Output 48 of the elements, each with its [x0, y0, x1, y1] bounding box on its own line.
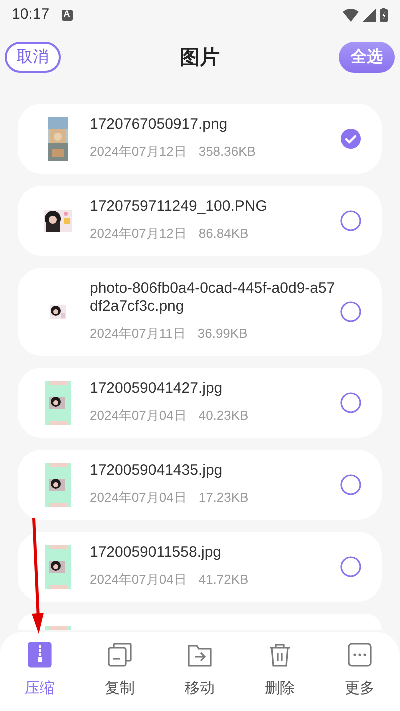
file-card[interactable]: 1720059041435.jpg 2024年07月04日 17.23KB — [18, 450, 382, 520]
page-title: 图片 — [180, 46, 220, 70]
toolbar-tab[interactable]: 复制 — [80, 642, 160, 711]
unchecked-circle-icon[interactable] — [340, 392, 362, 414]
unchecked-circle-icon[interactable] — [340, 300, 362, 323]
file-name: 1720059041427.jpg — [90, 380, 224, 398]
file-date: 2024年07月04日 — [90, 488, 187, 507]
unchecked-circle-icon[interactable] — [340, 474, 362, 496]
more-icon — [347, 642, 373, 668]
file-card[interactable]: 1720759711249_100.PNG 2024年07月12日 86.84KB — [18, 186, 382, 256]
file-card[interactable] — [18, 614, 382, 630]
zip-file-icon — [27, 642, 53, 668]
file-size: 86.84KB — [198, 225, 249, 244]
file-size: 358.36KB — [198, 143, 256, 162]
trash-icon — [267, 642, 293, 668]
file-name: 1720059011558.jpg — [90, 544, 223, 562]
cancel-button[interactable]: 取消 — [5, 42, 61, 73]
file-date: 2024年07月04日 — [90, 406, 187, 425]
file-card[interactable]: photo-806fb0a4-0cad-445f-a0d9-a57df2a7cf3c.png 2024年07月11日 36.99KB — [18, 268, 382, 356]
unchecked-circle-icon[interactable] — [340, 556, 362, 578]
file-date: 2024年07月12日 — [90, 143, 187, 162]
file-date: 2024年07月11日 — [90, 325, 186, 343]
file-size: 36.99KB — [198, 325, 248, 343]
file-date: 2024年07月12日 — [90, 225, 187, 244]
battery-icon — [380, 8, 388, 22]
file-size: 41.72KB — [198, 570, 249, 589]
unchecked-circle-icon[interactable] — [340, 210, 362, 232]
checked-circle-icon[interactable] — [340, 128, 362, 150]
toolbar-tab[interactable]: 移动 — [160, 642, 240, 711]
file-size: 17.23KB — [198, 488, 249, 507]
notification-badge: A — [62, 10, 73, 20]
wifi-icon — [343, 8, 359, 22]
file-name: 1720759711249_100.PNG — [90, 198, 268, 216]
signal-icon — [363, 8, 376, 22]
file-size: 40.23KB — [198, 406, 249, 425]
file-card[interactable]: 1720059011558.jpg 2024年07月04日 41.72KB — [18, 532, 382, 602]
folder-arrow-icon — [187, 642, 213, 668]
file-name: 1720767050917.png — [90, 116, 229, 134]
status-time: 10:17 — [12, 4, 50, 25]
file-card[interactable]: 1720767050917.png 2024年07月12日 358.36KB — [18, 104, 382, 174]
file-card[interactable]: 1720059041427.jpg 2024年07月04日 40.23KB — [18, 368, 382, 438]
file-date: 2024年07月04日 — [90, 570, 187, 589]
toolbar-tab[interactable]: 更多 — [320, 642, 400, 711]
file-name: photo-806fb0a4-0cad-445f-a0d9-a57df2a7cf3c.png — [90, 280, 336, 316]
toolbar-tab[interactable]: 删除 — [240, 642, 320, 711]
file-name: 1720059041435.jpg — [90, 462, 224, 480]
copy-icon — [107, 642, 133, 668]
toolbar-tab[interactable]: 压缩 — [0, 642, 80, 711]
